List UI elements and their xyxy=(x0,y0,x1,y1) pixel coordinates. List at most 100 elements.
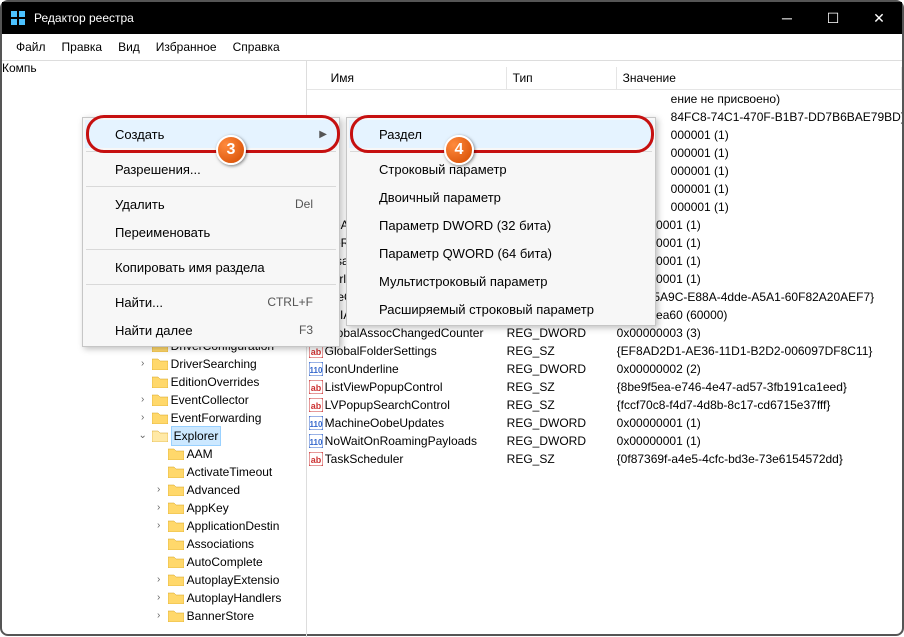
tree-node-ApplicationDestin[interactable]: › ApplicationDestin xyxy=(137,517,306,535)
maximize-button[interactable]: ☐ xyxy=(810,2,856,34)
value-name: GlobalAssocChangedCounter xyxy=(325,326,507,340)
menu-item-delete[interactable]: УдалитьDel xyxy=(85,190,337,218)
value-row[interactable]: 110MachineOobeUpdatesREG_DWORD0x00000001… xyxy=(307,414,902,432)
value-row[interactable]: abGlobalFolderSettingsREG_SZ{EF8AD2D1-AE… xyxy=(307,342,902,360)
close-button[interactable]: ✕ xyxy=(856,2,902,34)
tree-label: EventCollector xyxy=(171,391,249,409)
tree-label: ApplicationDestin xyxy=(187,517,280,535)
menu-file[interactable]: Файл xyxy=(8,36,54,58)
value-row[interactable]: 110NoWaitOnRoamingPayloadsREG_DWORD0x000… xyxy=(307,432,902,450)
value-name: ListViewPopupControl xyxy=(325,380,507,394)
value-row[interactable]: abTaskSchedulerREG_SZ{0f87369f-a4e5-4cfc… xyxy=(307,450,902,468)
tree-node-Explorer[interactable]: ⌄ Explorer xyxy=(137,427,306,445)
chevron-icon[interactable] xyxy=(153,553,165,571)
value-row[interactable]: 110GlobalAssocChangedCounterREG_DWORD0x0… xyxy=(307,324,902,342)
tree-node-AppKey[interactable]: › AppKey xyxy=(137,499,306,517)
svg-text:110: 110 xyxy=(309,438,322,447)
menu-item-permissions[interactable]: Разрешения... xyxy=(85,155,337,183)
chevron-icon[interactable]: › xyxy=(137,409,149,427)
chevron-icon[interactable]: › xyxy=(153,481,165,499)
tree-label: AAM xyxy=(187,445,213,463)
tree-node-DriverSearching[interactable]: › DriverSearching xyxy=(137,355,306,373)
value-type: REG_DWORD xyxy=(507,434,617,448)
value-row[interactable]: ab ListViewPopupControlREG_SZ{8be9f5ea-e7… xyxy=(307,378,902,396)
tree-label: Advanced xyxy=(187,481,240,499)
tree-node-EventForwarding[interactable]: ›EventForwarding xyxy=(137,409,306,427)
menu-item-expstring[interactable]: Расширяемый строковый параметр xyxy=(349,295,653,323)
tree-node-AutoComplete[interactable]: AutoComplete xyxy=(137,553,306,571)
col-value[interactable]: Значение xyxy=(617,67,902,89)
value-row[interactable]: 110IconUnderlineREG_DWORD0x00000002 (2) xyxy=(307,360,902,378)
tree-label: DriverSearching xyxy=(171,355,257,373)
chevron-icon[interactable]: › xyxy=(137,355,149,373)
menu-item-find-next[interactable]: Найти далееF3 xyxy=(85,316,337,344)
svg-text:ab: ab xyxy=(310,383,321,393)
tree-node-BannerStore[interactable]: › BannerStore xyxy=(137,607,306,625)
menu-label: Двоичный параметр xyxy=(379,190,501,205)
chevron-icon[interactable]: › xyxy=(153,589,165,607)
chevron-icon[interactable]: › xyxy=(153,571,165,589)
tree-node-EventCollector[interactable]: › EventCollector xyxy=(137,391,306,409)
menu-edit[interactable]: Правка xyxy=(54,36,111,58)
tree-label: Explorer xyxy=(171,426,222,446)
value-row[interactable]: abLVPopupSearchControlREG_SZ{fccf70c8-f4… xyxy=(307,396,902,414)
value-type: REG_SZ xyxy=(507,344,617,358)
tree-label: BannerStore xyxy=(187,607,254,625)
chevron-icon[interactable] xyxy=(153,445,165,463)
menu-item-qword[interactable]: Параметр QWORD (64 бита) xyxy=(349,239,653,267)
value-icon: 110 xyxy=(307,434,325,448)
chevron-icon[interactable]: › xyxy=(153,517,165,535)
tree-node-Advanced[interactable]: › Advanced xyxy=(137,481,306,499)
col-type[interactable]: Тип xyxy=(507,67,617,89)
minimize-button[interactable]: ─ xyxy=(764,2,810,34)
value-data: 0x00000001 (1) xyxy=(617,218,902,232)
menu-item-string[interactable]: Строковый параметр xyxy=(349,155,653,183)
folder-icon xyxy=(168,483,184,497)
chevron-icon[interactable]: ⌄ xyxy=(137,427,149,445)
menu-help[interactable]: Справка xyxy=(225,36,288,58)
tree-node-AutoplayHandlers[interactable]: ›AutoplayHandlers xyxy=(137,589,306,607)
menu-label: Параметр DWORD (32 бита) xyxy=(379,218,551,233)
col-name[interactable]: Имя xyxy=(307,67,507,89)
value-icon: 110 xyxy=(307,362,325,376)
tree-node-EditionOverrides[interactable]: EditionOverrides xyxy=(137,373,306,391)
tree-label: Associations xyxy=(187,535,254,553)
value-data: 000001 (1) xyxy=(617,182,902,196)
menu-item-find[interactable]: Найти...CTRL+F xyxy=(85,288,337,316)
value-data: 000001 (1) xyxy=(617,128,902,142)
chevron-icon[interactable] xyxy=(153,463,165,481)
tree-node-AutoplayExtensio[interactable]: ›AutoplayExtensio xyxy=(137,571,306,589)
chevron-icon[interactable]: › xyxy=(153,499,165,517)
tree-node-Associations[interactable]: Associations xyxy=(137,535,306,553)
context-menu-main: Создать▶ Разрешения... УдалитьDelПереимено… xyxy=(82,117,340,347)
menu-item-rename[interactable]: Переименовать xyxy=(85,218,337,246)
badge-3: 3 xyxy=(216,135,246,165)
value-name: LVPopupSearchControl xyxy=(325,398,507,412)
address-bar[interactable]: Компь xyxy=(2,61,37,637)
menu-favorites[interactable]: Избранное xyxy=(148,36,225,58)
menu-item-multistring[interactable]: Мультистроковый параметр xyxy=(349,267,653,295)
menu-item-create[interactable]: Создать▶ xyxy=(85,120,337,148)
menu-item-dword[interactable]: Параметр DWORD (32 бита) xyxy=(349,211,653,239)
chevron-icon[interactable] xyxy=(153,535,165,553)
value-type: REG_SZ xyxy=(507,380,617,394)
value-data: {8be9f5ea-e746-4e47-ad57-3fb191ca1eed} xyxy=(617,380,902,394)
value-row[interactable]: ение не присвоено) xyxy=(307,90,902,108)
menu-item-key[interactable]: Раздел xyxy=(349,120,653,148)
value-data: {DC1C5A9C-E88A-4dde-A5A1-60F82A20AEF7} xyxy=(617,290,902,304)
menu-item-copy-key-name[interactable]: Копировать имя раздела xyxy=(85,253,337,281)
tree-node-ActivateTimeout[interactable]: ActivateTimeout xyxy=(137,463,306,481)
chevron-icon[interactable] xyxy=(137,373,149,391)
menu-view[interactable]: Вид xyxy=(110,36,148,58)
value-name: TaskScheduler xyxy=(325,452,507,466)
svg-text:110: 110 xyxy=(309,366,322,375)
menu-item-binary[interactable]: Двоичный параметр xyxy=(349,183,653,211)
value-name: MachineOobeUpdates xyxy=(325,416,507,430)
chevron-icon[interactable]: › xyxy=(137,391,149,409)
chevron-icon[interactable]: › xyxy=(153,607,165,625)
tree-label: AppKey xyxy=(187,499,229,517)
menu-label: Найти далее xyxy=(115,323,193,338)
menu-label: Найти... xyxy=(115,295,163,310)
tree-node-AAM[interactable]: AAM xyxy=(137,445,306,463)
value-data: 0x00000001 (1) xyxy=(617,416,902,430)
